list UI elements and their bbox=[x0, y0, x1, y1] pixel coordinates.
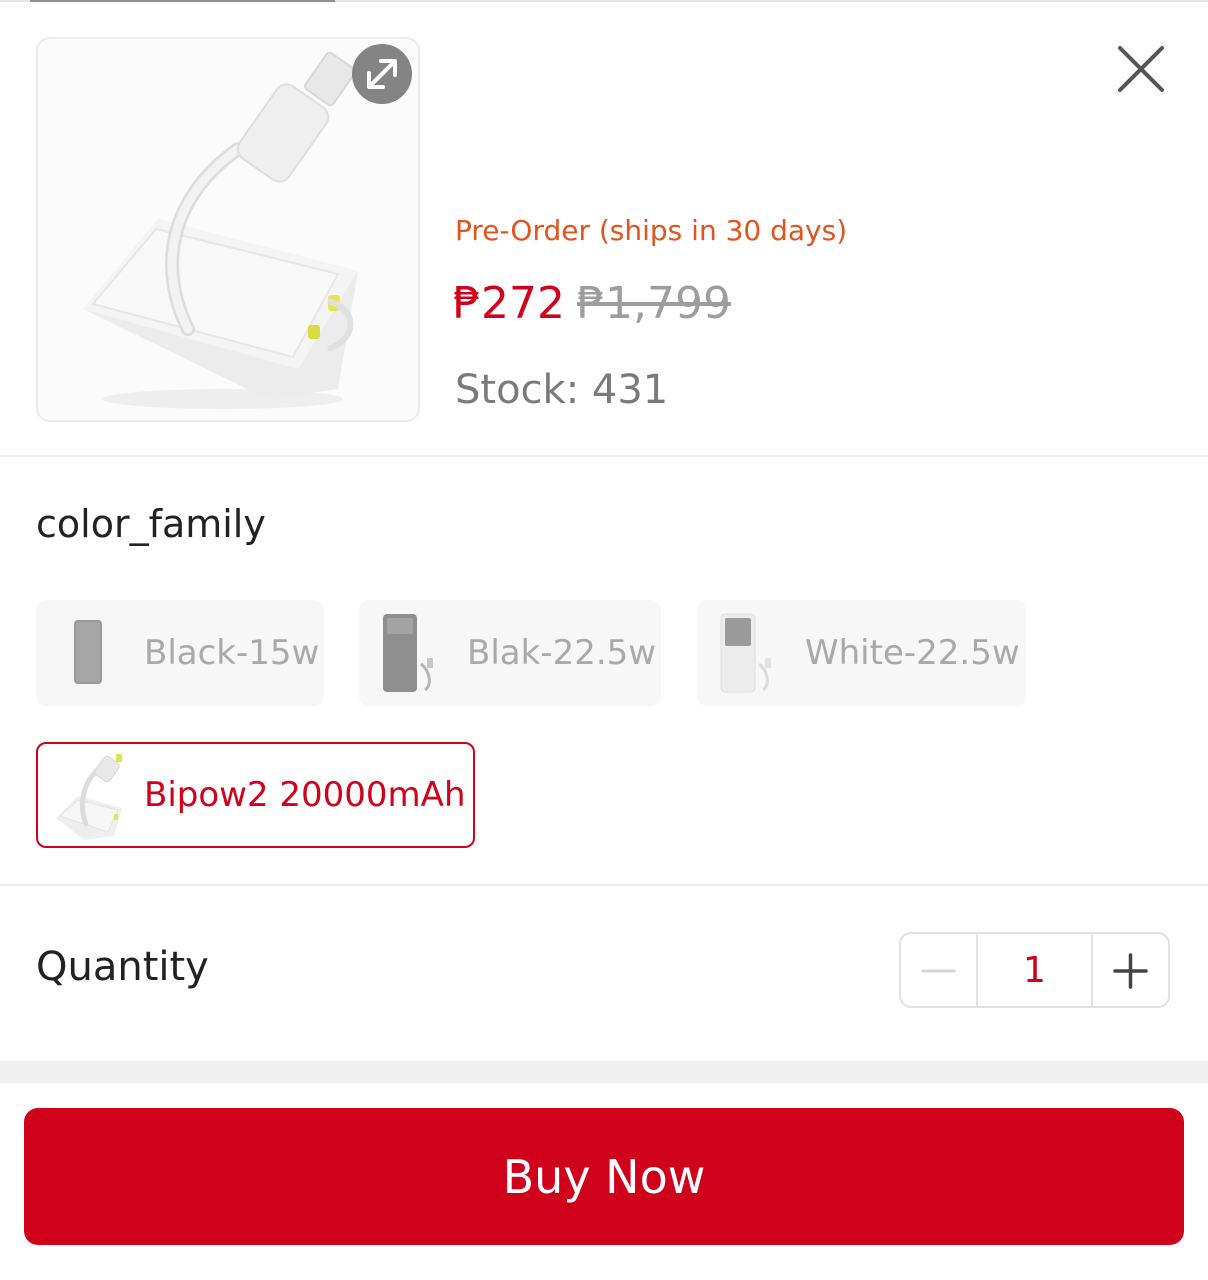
close-button[interactable] bbox=[1112, 40, 1170, 98]
divider bbox=[0, 455, 1208, 457]
increase-quantity-button[interactable] bbox=[1093, 934, 1168, 1006]
variant-thumbnail bbox=[697, 600, 793, 706]
quantity-label: Quantity bbox=[36, 944, 209, 990]
close-x-icon bbox=[1118, 46, 1164, 92]
minus-icon bbox=[921, 969, 956, 973]
quantity-stepper: 1 bbox=[899, 932, 1170, 1008]
current-price: ₱272 bbox=[453, 278, 565, 329]
variant-thumbnail bbox=[36, 600, 132, 706]
variant-label: Bipow2 20000mAh bbox=[144, 775, 466, 815]
variant-thumbnail bbox=[359, 600, 455, 706]
variant-option-black-15w[interactable]: Black-15w bbox=[36, 600, 324, 706]
variant-option-white-22-5w[interactable]: White-22.5w bbox=[697, 600, 1026, 706]
variant-option-bipow2-20000mah[interactable]: Bipow2 20000mAh bbox=[36, 742, 475, 848]
divider bbox=[0, 884, 1208, 886]
expand-arrows-icon bbox=[367, 59, 397, 89]
variant-label: White-22.5w bbox=[805, 633, 1020, 673]
quantity-value[interactable]: 1 bbox=[976, 934, 1093, 1006]
plus-icon bbox=[1113, 953, 1148, 989]
preorder-notice: Pre-Order (ships in 30 days) bbox=[455, 214, 848, 247]
variant-label: Blak-22.5w bbox=[467, 633, 657, 673]
variant-option-blak-22-5w[interactable]: Blak-22.5w bbox=[359, 600, 661, 706]
original-price: ₱1,799 bbox=[576, 278, 731, 329]
expand-image-button[interactable] bbox=[352, 44, 412, 104]
decrease-quantity-button[interactable] bbox=[901, 934, 976, 1006]
variant-section-title: color_family bbox=[36, 502, 266, 546]
price-row: ₱272 ₱1,799 bbox=[453, 278, 731, 329]
footer-separator bbox=[0, 1061, 1208, 1083]
variant-label: Black-15w bbox=[144, 633, 320, 673]
buy-now-button[interactable]: Buy Now bbox=[24, 1108, 1184, 1245]
variant-thumbnail bbox=[38, 744, 134, 846]
stock-count: Stock: 431 bbox=[455, 367, 669, 413]
top-strip bbox=[0, 0, 1208, 2]
